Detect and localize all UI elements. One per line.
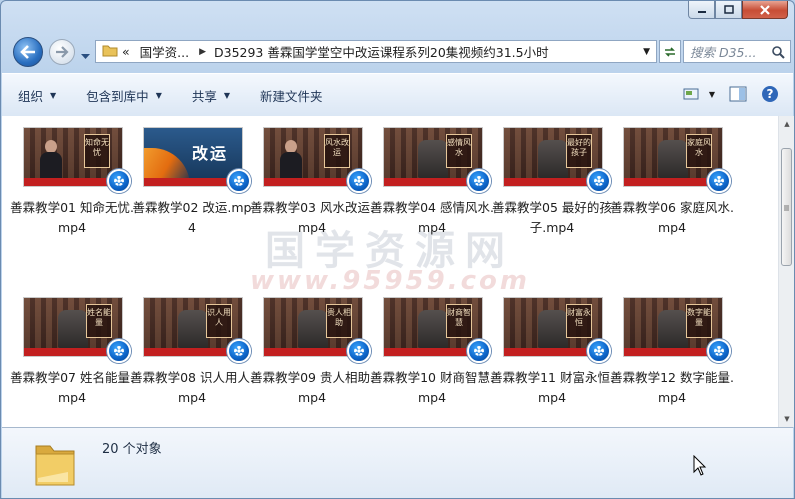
forward-button[interactable]	[49, 39, 75, 65]
chevron-down-icon: ▼	[50, 90, 57, 100]
organize-menu[interactable]: 组织 ▼	[18, 86, 56, 105]
file-name: 善霖教学04 感情风水.mp4	[370, 200, 494, 235]
scrollbar-thumb[interactable]	[781, 148, 792, 266]
caption-buttons	[688, 1, 788, 21]
address-overflow[interactable]: «	[122, 44, 130, 59]
file-name: 善霖教学12 数字能量.mp4	[610, 370, 734, 405]
back-arrow-icon	[20, 45, 35, 59]
grip-icon	[784, 205, 789, 210]
share-menu[interactable]: 共享 ▼	[192, 86, 230, 105]
explorer-window: « 国学资... ▶ D35293 善霖国学堂空中改运课程系列20集视频约31.…	[0, 0, 795, 499]
media-player-icon	[467, 339, 491, 363]
thumbnail-title: 家庭风水	[686, 134, 712, 168]
breadcrumb-segment-1[interactable]: 国学资...	[140, 42, 189, 61]
thumbnail-title: 贵人相助	[326, 304, 352, 338]
file-name: 善霖教学02 改运.mp4	[132, 200, 252, 235]
thumbnail-title: 感情风水	[446, 134, 472, 168]
media-player-icon	[587, 339, 611, 363]
file-name: 善霖教学01 知命无忧.mp4	[10, 200, 134, 235]
scroll-up-icon[interactable]: ▲	[779, 116, 794, 132]
file-name: 善霖教学08 识人用人.mp4	[130, 370, 254, 405]
file-name: 善霖教学03 风水改运.mp4	[250, 200, 374, 235]
folder-icon	[32, 434, 82, 493]
media-player-icon	[227, 339, 251, 363]
thumbnail-title: 财商智慧	[446, 304, 472, 338]
include-library-menu[interactable]: 包含到库中 ▼	[86, 86, 162, 105]
thumbnail-title: 识人用人	[206, 304, 232, 338]
include-library-label: 包含到库中	[86, 88, 149, 104]
thumbnail-title: 财富永恒	[566, 304, 592, 338]
preview-pane-icon	[729, 86, 747, 102]
vertical-scrollbar[interactable]: ▲ ▼	[778, 116, 794, 427]
thumbnail-title: 最好的孩子	[566, 134, 592, 168]
media-player-icon	[107, 339, 131, 363]
svg-text:?: ?	[767, 87, 774, 101]
address-bar[interactable]: « 国学资... ▶ D35293 善霖国学堂空中改运课程系列20集视频约31.…	[95, 40, 657, 63]
share-label: 共享	[191, 88, 217, 104]
media-player-icon	[467, 169, 491, 193]
file-name: 善霖教学10 财商智慧.mp4	[370, 370, 494, 405]
thumbnail-title: 风水改运	[324, 134, 350, 168]
maximize-button[interactable]	[715, 1, 742, 19]
media-player-icon	[107, 169, 131, 193]
search-icon	[772, 46, 785, 59]
command-bar: 组织 ▼ 包含到库中 ▼ 共享 ▼ 新建文件夹 ▼ ?	[2, 73, 793, 117]
help-button[interactable]: ?	[761, 85, 779, 103]
chevron-down-icon: ▼	[708, 89, 715, 99]
media-player-icon	[227, 169, 251, 193]
file-name: 善霖教学05 最好的孩子.mp4	[492, 200, 612, 235]
file-name: 善霖教学11 财富永恒.mp4	[490, 370, 614, 405]
folder-icon	[102, 43, 118, 60]
file-name: 善霖教学09 贵人相助.mp4	[250, 370, 374, 405]
item-count: 20 个对象	[102, 442, 162, 457]
refresh-button[interactable]	[659, 40, 681, 63]
details-pane: 20 个对象	[2, 427, 793, 498]
breadcrumb-separator-icon[interactable]: ▶	[199, 47, 206, 57]
chevron-down-icon	[81, 54, 90, 59]
preview-pane-button[interactable]	[729, 86, 747, 102]
search-input[interactable]: 搜索 D35...	[683, 40, 791, 63]
media-player-icon	[347, 339, 371, 363]
refresh-icon	[665, 46, 675, 57]
file-name: 善霖教学06 家庭风水.mp4	[610, 200, 734, 235]
new-folder-button[interactable]: 新建文件夹	[260, 86, 323, 105]
back-button[interactable]	[13, 37, 43, 67]
thumbnail-title: 改运	[192, 144, 229, 163]
media-player-icon	[587, 169, 611, 193]
view-icon	[683, 88, 699, 100]
thumbnail-title: 知命无忧	[84, 134, 110, 168]
chevron-down-icon: ▼	[155, 90, 162, 100]
media-player-icon	[707, 339, 731, 363]
file-name: 善霖教学07 姓名能量.mp4	[10, 370, 134, 405]
chevron-down-icon: ▼	[223, 90, 231, 100]
close-icon	[760, 4, 770, 15]
organize-label: 组织	[18, 88, 44, 104]
minimize-icon	[697, 10, 706, 13]
breadcrumb-segment-2[interactable]: D35293 善霖国学堂空中改运课程系列20集视频约31.5小时	[214, 42, 549, 61]
close-button[interactable]	[742, 1, 788, 19]
new-folder-label: 新建文件夹	[260, 88, 323, 104]
file-list-view[interactable]: 国学资源网 www.95959.com 知命无忧 善霖教学01 知命无忧.mp4 改…	[2, 116, 778, 427]
recent-pages-dropdown[interactable]	[81, 49, 90, 63]
address-dropdown-icon[interactable]: ▼	[643, 47, 650, 57]
minimize-button[interactable]	[688, 1, 715, 19]
watermark-line-2: www.95959.com	[250, 266, 530, 296]
media-player-icon	[347, 169, 371, 193]
view-controls: ▼ ?	[683, 74, 793, 114]
mouse-cursor-icon	[693, 454, 707, 480]
search-placeholder: 搜索 D35...	[690, 45, 757, 60]
maximize-icon	[723, 4, 734, 14]
navigation-bar: « 国学资... ▶ D35293 善霖国学堂空中改运课程系列20集视频约31.…	[9, 35, 791, 69]
thumbnail-title: 数字能量	[686, 304, 712, 338]
thumbnail-title: 姓名能量	[86, 304, 112, 338]
help-icon: ?	[762, 86, 778, 102]
scroll-down-icon[interactable]: ▼	[779, 411, 794, 427]
media-player-icon	[707, 169, 731, 193]
change-view-button[interactable]: ▼	[683, 87, 715, 101]
forward-arrow-icon	[56, 46, 69, 58]
